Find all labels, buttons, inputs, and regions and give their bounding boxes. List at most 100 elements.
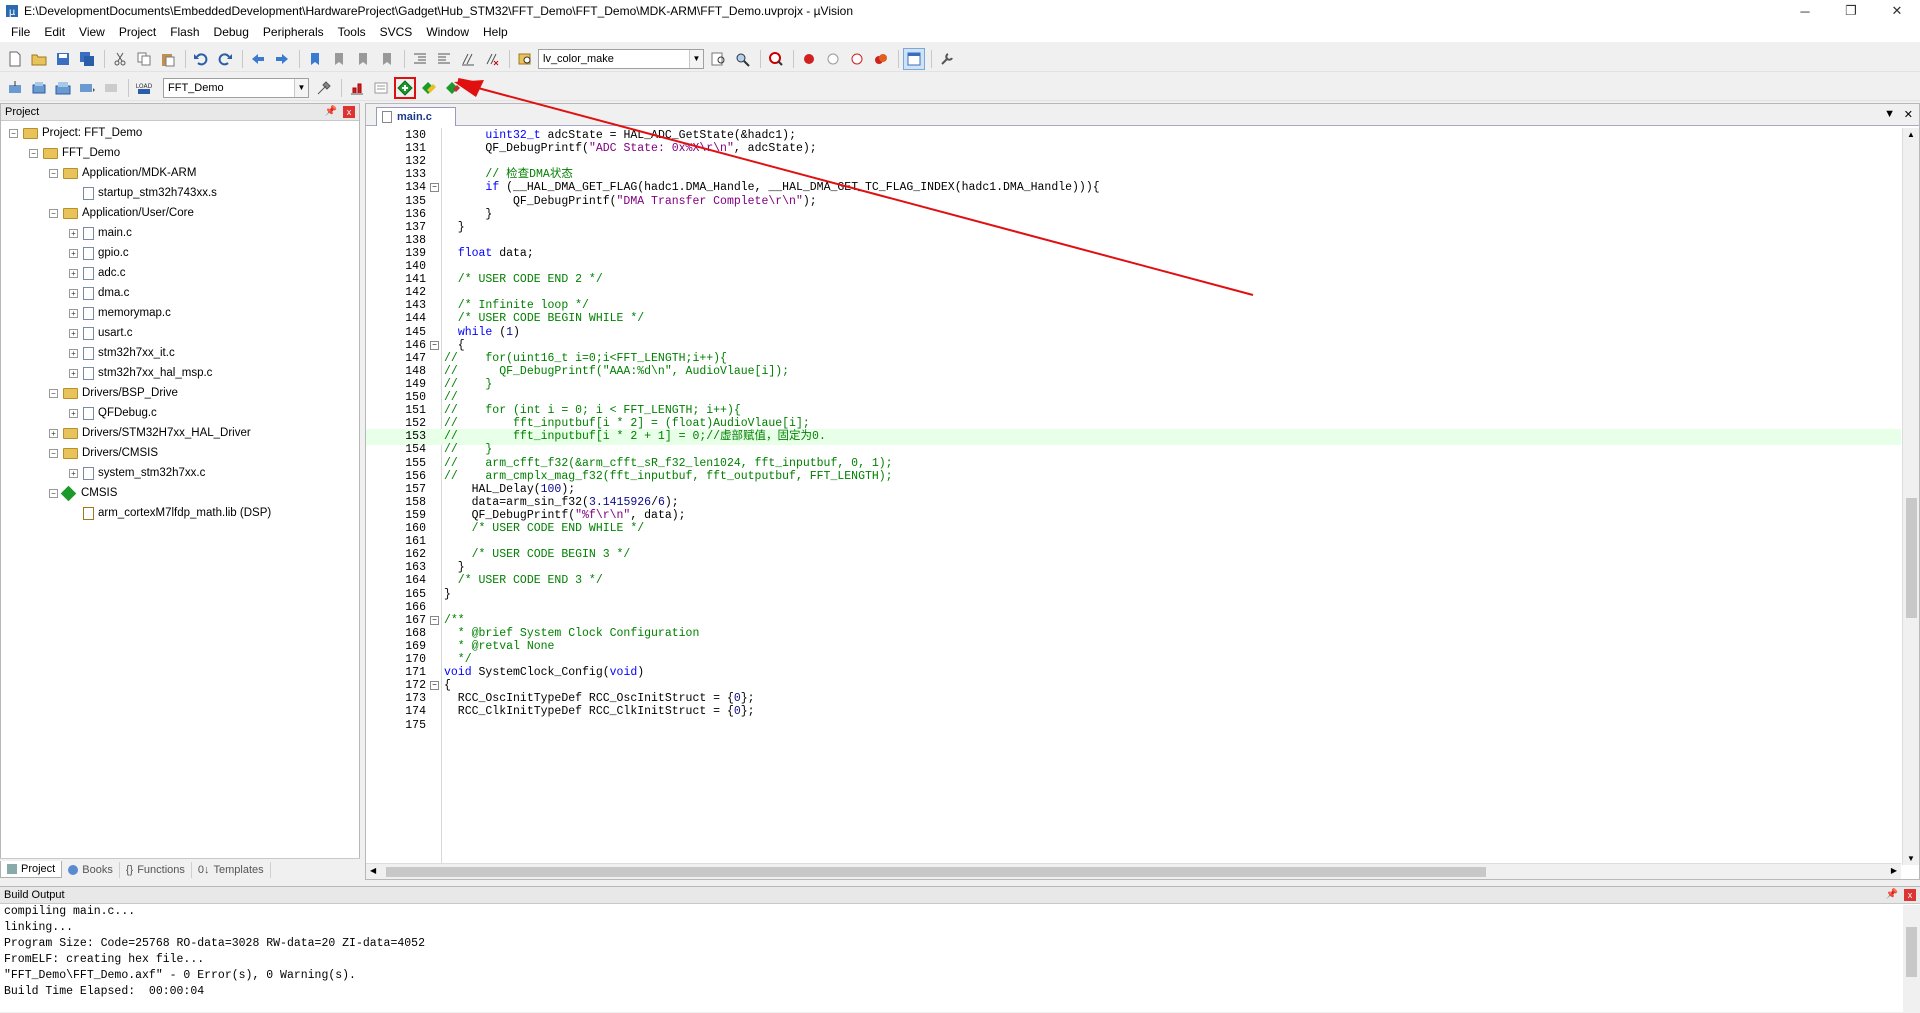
tree-expander-icon[interactable]: +: [69, 268, 78, 278]
tree-expander-icon[interactable]: −: [49, 168, 58, 178]
menu-tools[interactable]: Tools: [331, 25, 373, 39]
save-all-button[interactable]: [76, 48, 98, 70]
close-icon[interactable]: x: [343, 106, 355, 118]
tree-expander-icon[interactable]: −: [49, 208, 58, 218]
redo-button[interactable]: [214, 48, 236, 70]
scroll-down-icon[interactable]: ▼: [1907, 854, 1915, 863]
tree-item[interactable]: + adc.c: [69, 263, 126, 283]
menu-debug[interactable]: Debug: [207, 25, 256, 39]
tree-item[interactable]: − FFT_Demo: [29, 143, 120, 163]
tree-item[interactable]: + dma.c: [69, 283, 129, 303]
tree-expander-icon[interactable]: +: [69, 468, 78, 478]
open-button[interactable]: [28, 48, 50, 70]
navigate-back-button[interactable]: [247, 48, 269, 70]
menu-project[interactable]: Project: [112, 25, 163, 39]
tab-project[interactable]: Project: [0, 861, 63, 878]
tree-item[interactable]: + stm32h7xx_hal_msp.c: [69, 363, 212, 383]
tree-item[interactable]: startup_stm32h743xx.s: [69, 183, 217, 203]
batch-build-button[interactable]: [76, 77, 98, 99]
tree-item[interactable]: − Drivers/CMSIS: [49, 443, 158, 463]
incremental-find-button[interactable]: [708, 48, 730, 70]
debug-session-button[interactable]: [765, 48, 787, 70]
pin-icon[interactable]: 📌: [325, 106, 337, 117]
find-combo[interactable]: lv_color_make ▼: [538, 48, 704, 69]
chevron-down-icon[interactable]: ▼: [689, 49, 703, 68]
menu-window[interactable]: Window: [419, 25, 476, 39]
tab-templates[interactable]: 0↓ Templates: [192, 861, 271, 878]
bookmark-next-button[interactable]: [352, 48, 374, 70]
insert-breakpoint-button[interactable]: [798, 48, 820, 70]
select-pack-button[interactable]: [442, 77, 464, 99]
fold-toggle-icon[interactable]: −: [430, 615, 439, 625]
menu-flash[interactable]: Flash: [163, 25, 206, 39]
tree-expander-icon[interactable]: +: [69, 368, 78, 378]
editor-horizontal-scrollbar[interactable]: ◀ ▶: [366, 863, 1901, 879]
tree-item[interactable]: − Drivers/BSP_Drive: [49, 383, 178, 403]
kill-breakpoints-button[interactable]: [870, 48, 892, 70]
fold-toggle-icon[interactable]: −: [430, 340, 439, 350]
cut-button[interactable]: [109, 48, 131, 70]
navigate-forward-button[interactable]: [271, 48, 293, 70]
save-button[interactable]: [52, 48, 74, 70]
tree-item[interactable]: − Application/MDK-ARM: [49, 163, 196, 183]
scroll-left-icon[interactable]: ◀: [370, 866, 376, 875]
outdent-button[interactable]: [433, 48, 455, 70]
tab-main-c[interactable]: main.c: [376, 107, 456, 126]
rebuild-button[interactable]: [52, 77, 74, 99]
target-options-button[interactable]: [313, 77, 335, 99]
tree-item[interactable]: + memorymap.c: [69, 303, 171, 323]
tree-expander-icon[interactable]: +: [69, 228, 78, 238]
tree-expander-icon[interactable]: −: [49, 388, 58, 398]
tree-item[interactable]: + QFDebug.c: [69, 403, 157, 423]
tree-item[interactable]: − Application/User/Core: [49, 203, 194, 223]
menu-help[interactable]: Help: [476, 25, 515, 39]
target-combo[interactable]: FFT_Demo ▼: [163, 77, 309, 98]
tree-item[interactable]: + main.c: [69, 223, 132, 243]
scroll-thumb[interactable]: [386, 867, 1486, 877]
file-extensions-button[interactable]: [346, 77, 368, 99]
tree-expander-icon[interactable]: −: [49, 488, 58, 498]
build-button[interactable]: [28, 77, 50, 99]
scroll-thumb[interactable]: [1906, 498, 1917, 618]
tree-item[interactable]: + system_stm32h7xx.c: [69, 463, 205, 483]
code-line[interactable]: 175: [366, 718, 1901, 734]
pin-icon[interactable]: 📌: [1886, 889, 1898, 900]
tree-item[interactable]: + gpio.c: [69, 243, 129, 263]
maximize-button[interactable]: ❐: [1828, 0, 1874, 22]
tab-functions[interactable]: {} Functions: [120, 861, 192, 878]
copy-button[interactable]: [133, 48, 155, 70]
menu-svcs[interactable]: SVCS: [373, 25, 420, 39]
build-output-scrollbar[interactable]: [1903, 905, 1920, 1013]
tree-expander-icon[interactable]: +: [69, 288, 78, 298]
tree-item[interactable]: − CMSIS: [49, 483, 117, 503]
undo-button[interactable]: [190, 48, 212, 70]
manage-components-button[interactable]: [394, 76, 416, 99]
paste-button[interactable]: [157, 48, 179, 70]
tab-books[interactable]: Books: [62, 861, 120, 878]
tree-expander-icon[interactable]: +: [69, 408, 78, 418]
bookmark-clear-button[interactable]: [376, 48, 398, 70]
event-recorder-button[interactable]: [370, 77, 392, 99]
tree-expander-icon[interactable]: +: [69, 248, 78, 258]
bookmark-toggle-button[interactable]: [304, 48, 326, 70]
download-button[interactable]: LOAD: [133, 77, 155, 99]
translate-button[interactable]: [4, 77, 26, 99]
close-tab-icon[interactable]: ✕: [1904, 108, 1913, 121]
menu-peripherals[interactable]: Peripherals: [256, 25, 331, 39]
tree-item[interactable]: arm_cortexM7lfdp_math.lib (DSP): [69, 503, 271, 523]
scroll-right-icon[interactable]: ▶: [1891, 866, 1897, 875]
tree-expander-icon[interactable]: −: [49, 448, 58, 458]
menu-edit[interactable]: Edit: [37, 25, 72, 39]
editor-vertical-scrollbar[interactable]: ▲ ▼: [1902, 128, 1919, 865]
comment-button[interactable]: [457, 48, 479, 70]
tab-list-chevron-icon[interactable]: ▼: [1884, 108, 1895, 120]
scroll-up-icon[interactable]: ▲: [1907, 130, 1915, 139]
scroll-thumb[interactable]: [1906, 927, 1917, 977]
pack-installer-button[interactable]: [418, 77, 440, 99]
tree-item[interactable]: + stm32h7xx_it.c: [69, 343, 175, 363]
bookmark-prev-button[interactable]: [328, 48, 350, 70]
close-icon[interactable]: x: [1904, 889, 1916, 901]
tree-expander-icon[interactable]: −: [9, 128, 18, 138]
minimize-button[interactable]: ─: [1782, 0, 1828, 22]
stop-build-button[interactable]: [100, 77, 122, 99]
